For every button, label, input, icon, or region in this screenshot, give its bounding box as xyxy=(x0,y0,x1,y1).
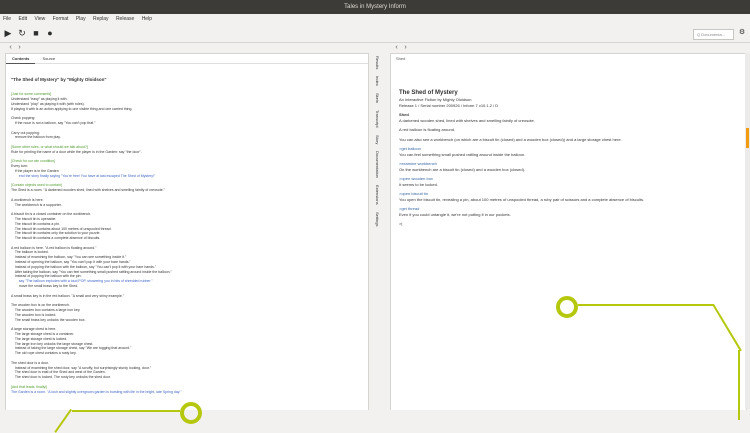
window-titlebar: Tales in Mystery Inform xyxy=(0,0,750,14)
toolbar: ▶ ↻ ■ ● Q Documenta... ⚙ xyxy=(0,25,750,43)
menu-edit[interactable]: Edit xyxy=(15,14,30,25)
source-tabs: Contents Source xyxy=(6,54,368,64)
tab-results[interactable]: Results xyxy=(372,56,382,69)
response: You open the biscuit tin, revealing a pi… xyxy=(399,196,645,202)
forward-icon[interactable]: › xyxy=(15,42,24,53)
scrollbar-thumb[interactable] xyxy=(746,128,749,148)
menu-view[interactable]: View xyxy=(31,14,48,25)
response: Even if you could untangle it, we're not… xyxy=(399,211,511,217)
status-bar xyxy=(0,410,750,428)
command: >open wooden box xyxy=(399,176,433,181)
tab-source[interactable]: Source xyxy=(36,54,61,63)
tab-settings[interactable]: Settings xyxy=(372,212,382,226)
menu-bar: File Edit View Format Play Replay Releas… xyxy=(0,14,750,25)
tab-story[interactable]: Story xyxy=(372,135,382,144)
tab-extensions[interactable]: Extensions xyxy=(372,185,382,205)
annotation-circle xyxy=(180,402,202,424)
tab-index[interactable]: Index xyxy=(372,76,382,86)
menu-help[interactable]: Help xyxy=(139,14,155,25)
play-icon[interactable]: ▶ xyxy=(2,27,14,39)
breadcrumb: Shed xyxy=(396,56,406,61)
back-icon[interactable]: ‹ xyxy=(392,42,401,53)
tab-transcript[interactable]: Transcript xyxy=(372,110,382,128)
source-title: "The Shed of Mystery" by "Mighty Oloidso… xyxy=(11,76,107,82)
response: On the workbench are a biscuit tin (clos… xyxy=(399,166,526,172)
room-description: A darkened wooden shed, lined with shelv… xyxy=(399,117,535,123)
tab-skein[interactable]: Skein xyxy=(372,93,382,103)
back-icon[interactable]: ‹ xyxy=(6,42,15,53)
response: It seems to be locked. xyxy=(399,181,438,187)
menu-replay[interactable]: Replay xyxy=(90,14,112,25)
command-prompt[interactable]: >| xyxy=(399,221,738,227)
annotation-line xyxy=(738,350,740,420)
scrollbar[interactable] xyxy=(745,53,750,409)
release-icon[interactable]: ● xyxy=(44,27,56,39)
story-text: You can also see a workbench (on which a… xyxy=(399,136,622,142)
story-pane: Shed The Shed of Mystery An Interactive … xyxy=(390,53,747,411)
command: >open biscuit tin xyxy=(399,191,429,196)
command: >examine workbench xyxy=(399,161,437,166)
stop-icon[interactable]: ■ xyxy=(30,27,42,39)
annotation-line xyxy=(578,304,714,306)
story-output[interactable]: The Shed of Mystery An Interactive Ficti… xyxy=(391,83,746,237)
story-title: The Shed of Mystery xyxy=(399,90,458,96)
refresh-icon[interactable]: ↻ xyxy=(16,27,28,39)
release-line: Release 1 / Serial number 200926 / Infor… xyxy=(399,102,499,108)
annotation-circle xyxy=(556,296,578,318)
byline: An Interactive Fiction by Mighty Oloidso… xyxy=(399,97,472,102)
command: >get balloon xyxy=(399,146,421,151)
window-title: Tales in Mystery Inform xyxy=(344,4,406,10)
forward-icon[interactable]: › xyxy=(401,42,410,53)
side-tabs: Results Index Skein Transcript Story Doc… xyxy=(372,56,382,256)
tab-contents[interactable]: Contents xyxy=(6,54,36,64)
tab-documentation[interactable]: Documentation xyxy=(372,151,382,178)
left-nav: ‹ › xyxy=(6,42,24,53)
command: >get thread xyxy=(399,206,420,211)
menu-play[interactable]: Play xyxy=(73,14,89,25)
right-nav: ‹ › xyxy=(392,42,410,53)
source-line: The Garden is a room. "A lush and slight… xyxy=(11,389,182,394)
source-editor[interactable]: "The Shed of Mystery" by "Mighty Oloidso… xyxy=(6,64,368,396)
annotation-line xyxy=(72,410,180,412)
source-pane: Contents Source "The Shed of Mystery" by… xyxy=(5,53,369,411)
menu-format[interactable]: Format xyxy=(50,14,72,25)
room-name: Shed xyxy=(399,112,409,117)
menu-release[interactable]: Release xyxy=(113,14,137,25)
story-text: A red balloon is floating around. xyxy=(399,127,456,132)
menu-file[interactable]: File xyxy=(0,14,14,25)
search-input[interactable]: Q Documenta... xyxy=(693,29,734,40)
response: You can feel something small pushed ratt… xyxy=(399,151,526,157)
gear-icon[interactable]: ⚙ xyxy=(736,27,748,39)
